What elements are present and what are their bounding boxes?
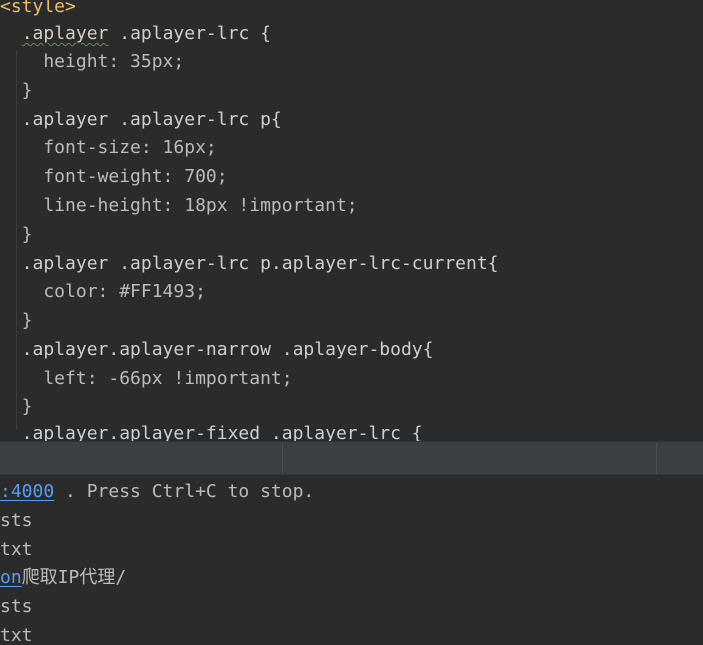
code-line-left[interactable]: left: -66px !important; <box>0 365 293 393</box>
terminal-text: txt <box>0 539 33 560</box>
selector-aplayer-lrc: .aplayer-lrc { <box>119 23 271 44</box>
code-line-height[interactable]: height: 35px; <box>0 48 184 76</box>
terminal-line: txt <box>0 622 33 645</box>
selector-fixed-lrc: .aplayer.aplayer-fixed .aplayer-lrc { <box>0 423 423 441</box>
terminal-line: :4000 . Press Ctrl+C to stop. <box>0 478 314 506</box>
code-line-close[interactable]: } <box>0 393 33 421</box>
code-line-line-height[interactable]: line-height: 18px !important; <box>0 192 358 220</box>
terminal-text: 爬取IP代理/ <box>21 567 127 588</box>
close-brace: } <box>0 80 33 101</box>
code-line-selector[interactable]: .aplayer .aplayer-lrc p.aplayer-lrc-curr… <box>0 250 499 278</box>
declaration: font-size: 16px; <box>0 137 217 158</box>
splitter-divider <box>656 442 657 474</box>
server-port-link[interactable]: :4000 <box>0 481 54 502</box>
selector-lrc-current: .aplayer .aplayer-lrc p.aplayer-lrc-curr… <box>0 253 499 274</box>
terminal-line: sts <box>0 593 33 621</box>
terminal-panel[interactable]: :4000 . Press Ctrl+C to stop. sts txt on… <box>0 475 703 645</box>
path-link[interactable]: on <box>0 567 22 588</box>
splitter-divider <box>282 442 283 474</box>
code-line-selector[interactable]: .aplayer.aplayer-narrow .aplayer-body{ <box>0 336 434 364</box>
code-line-color[interactable]: color: #FF1493; <box>0 278 206 306</box>
declaration: font-weight: 700; <box>0 166 228 187</box>
close-brace: } <box>0 310 33 331</box>
terminal-line: on爬取IP代理/ <box>0 564 126 592</box>
code-line-close[interactable]: } <box>0 307 33 335</box>
code-line-close[interactable]: } <box>0 221 33 249</box>
selector-narrow-body: .aplayer.aplayer-narrow .aplayer-body{ <box>0 339 434 360</box>
selector-aplayer: .aplayer <box>21 23 109 44</box>
terminal-text: . Press Ctrl+C to stop. <box>54 481 315 502</box>
declaration: color: #FF1493; <box>0 281 206 302</box>
declaration: left: -66px !important; <box>0 368 293 389</box>
terminal-text: txt <box>0 625 33 645</box>
code-line-close[interactable]: } <box>0 77 33 105</box>
close-brace: } <box>0 224 33 245</box>
code-line-selector[interactable]: .aplayer .aplayer-lrc p{ <box>0 106 282 134</box>
code-line-font-size[interactable]: font-size: 16px; <box>0 134 217 162</box>
selector-lrc-p: .aplayer .aplayer-lrc p{ <box>0 109 282 130</box>
terminal-text: sts <box>0 510 33 531</box>
terminal-line: sts <box>0 507 33 535</box>
terminal-text: sts <box>0 596 33 617</box>
panel-splitter[interactable] <box>0 441 703 475</box>
declaration: height: 35px; <box>0 51 185 72</box>
code-line-selector[interactable]: .aplayer .aplayer-lrc { <box>0 20 271 48</box>
close-brace: } <box>0 396 33 417</box>
code-editor[interactable]: <style> .aplayer .aplayer-lrc { height: … <box>0 0 703 441</box>
declaration: line-height: 18px !important; <box>0 195 358 216</box>
terminal-line: txt <box>0 536 33 564</box>
code-line-font-weight[interactable]: font-weight: 700; <box>0 163 228 191</box>
style-tag: <style> <box>0 0 76 17</box>
code-line-style-tag[interactable]: <style> <box>0 0 76 21</box>
code-line-partial[interactable]: .aplayer.aplayer-fixed .aplayer-lrc { <box>0 420 423 441</box>
